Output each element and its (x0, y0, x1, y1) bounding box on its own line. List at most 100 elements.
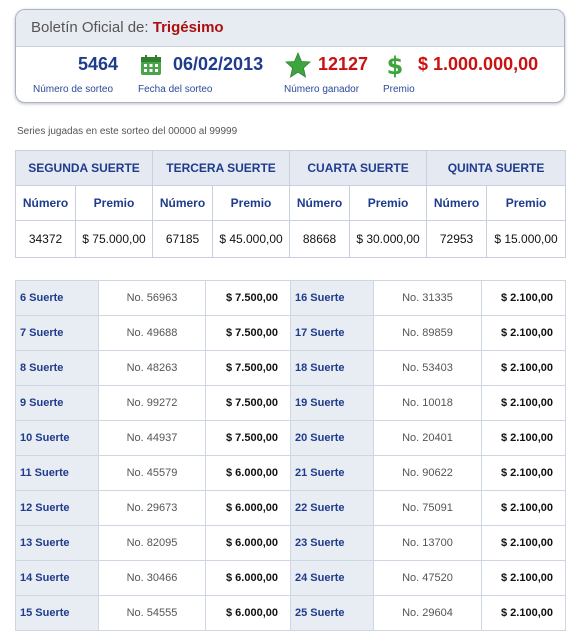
col-numero-header: Número (15, 185, 76, 221)
sorteo-date: 06/02/2013 (173, 54, 264, 74)
suerte-number: No. 29604 (373, 595, 482, 631)
winning-numero: 88668 (289, 220, 351, 258)
table-row: 7 Suerte No. 49688 $ 7.500,00 17 Suerte No. … (15, 315, 566, 351)
suerte-prize: $ 2.100,00 (481, 280, 566, 316)
suerte-number: No. 45579 (98, 455, 206, 491)
suerte-prize: $ 2.100,00 (481, 350, 566, 386)
suerte-prize: $ 2.100,00 (481, 420, 566, 456)
suerte-number: No. 10018 (373, 385, 482, 421)
table-row: 15 Suerte No. 54555 $ 6.000,00 25 Suerte No.… (15, 595, 566, 631)
suerte-prize: $ 7.500,00 (205, 385, 291, 421)
col-premio-header: Premio (349, 185, 428, 221)
col-premio-header: Premio (74, 185, 154, 221)
suerte-label: 12 Suerte (15, 490, 99, 526)
winning-premio: $ 30.000,00 (349, 220, 428, 258)
suerte-label: 19 Suerte (290, 385, 374, 421)
suerte-number: No. 56963 (98, 280, 206, 316)
winning-numero: 34372 (15, 220, 76, 258)
suerte-prize: $ 7.500,00 (205, 420, 291, 456)
suerte-number: No. 75091 (373, 490, 482, 526)
suerte-label: 9 Suerte (15, 385, 99, 421)
suerte-number: No. 44937 (98, 420, 206, 456)
suerte-number: No. 30466 (98, 560, 206, 596)
title-name: Trigésimo (152, 19, 224, 36)
suerte-label: 7 Suerte (15, 315, 99, 351)
suerte-label: 24 Suerte (290, 560, 374, 596)
suerte-prize: $ 6.000,00 (205, 595, 291, 631)
suerte-prize: $ 2.100,00 (481, 385, 566, 421)
group-header: QUINTA SUERTE (426, 150, 567, 186)
suerte-number: No. 20401 (373, 420, 482, 456)
col-numero-header: Número (152, 185, 214, 221)
suerte-prize: $ 2.100,00 (481, 525, 566, 561)
sorteo-number: 5464 (78, 54, 119, 74)
suerte-label: 8 Suerte (15, 350, 99, 386)
col-numero-header: Número (426, 185, 488, 221)
suerte-prize: $ 6.000,00 (205, 560, 291, 596)
prize: $ 1.000.000,00 (418, 54, 539, 74)
suerte-label: 21 Suerte (290, 455, 374, 491)
suerte-label: 20 Suerte (290, 420, 374, 456)
group-header: TERCERA SUERTE (152, 150, 291, 186)
suerte-prize: $ 7.500,00 (205, 350, 291, 386)
table-row: 10 Suerte No. 44937 $ 7.500,00 20 Suerte No.… (15, 420, 566, 456)
table-row: 11 Suerte No. 45579 $ 6.000,00 21 Suerte No.… (15, 455, 566, 491)
calendar-icon (140, 54, 162, 81)
table-row: 6 Suerte No. 56963 $ 7.500,00 16 Suerte No. … (15, 280, 566, 316)
suerte-number: No. 47520 (373, 560, 482, 596)
suerte-number: No. 49688 (98, 315, 206, 351)
table-row: 9 Suerte No. 99272 $ 7.500,00 19 Suerte No. … (15, 385, 566, 421)
suerte-number: No. 90622 (373, 455, 482, 491)
boletin-header: Boletín Oficial de: Trigésimo 5464 Númer… (15, 9, 565, 103)
table-row: 8 Suerte No. 48263 $ 7.500,00 18 Suerte No. … (15, 350, 566, 386)
suerte-prize: $ 2.100,00 (481, 315, 566, 351)
suerte-label: 23 Suerte (290, 525, 374, 561)
suerte-prize: $ 2.100,00 (481, 455, 566, 491)
title-prefix: Boletín Oficial de: (31, 19, 149, 36)
suerte-label: 13 Suerte (15, 525, 99, 561)
suerte-number: No. 82095 (98, 525, 206, 561)
suerte-number: No. 31335 (373, 280, 482, 316)
winning-number-label: Número ganador (284, 84, 360, 95)
col-numero-header: Número (289, 185, 351, 221)
boletin-title: Boletín Oficial de: Trigésimo (16, 10, 564, 47)
suerte-label: 10 Suerte (15, 420, 99, 456)
group-header: SEGUNDA SUERTE (14, 150, 154, 186)
secondary-prizes-table: 6 Suerte No. 56963 $ 7.500,00 16 Suerte No. … (15, 280, 566, 631)
suerte-label: 14 Suerte (15, 560, 99, 596)
suerte-prize: $ 6.000,00 (205, 490, 291, 526)
suerte-label: 15 Suerte (15, 595, 99, 631)
group-header: CUARTA SUERTE (289, 150, 428, 186)
winning-premio: $ 75.000,00 (74, 220, 154, 258)
suerte-prize: $ 2.100,00 (481, 560, 566, 596)
series-range-text: Series jugadas en este sorteo del 00000 … (17, 126, 238, 137)
suerte-number: No. 89859 (373, 315, 482, 351)
suerte-prize: $ 6.000,00 (205, 455, 291, 491)
winning-number: 12127 (318, 54, 369, 74)
suerte-label: 18 Suerte (290, 350, 374, 386)
prize-label: Premio (383, 84, 415, 95)
winning-premio: $ 45.000,00 (212, 220, 291, 258)
table-row: 14 Suerte No. 30466 $ 6.000,00 24 Suerte No.… (15, 560, 566, 596)
table-row: 12 Suerte No. 29673 $ 6.000,00 22 Suerte No.… (15, 490, 566, 526)
winning-premio: $ 15.000,00 (486, 220, 567, 258)
col-premio-header: Premio (486, 185, 567, 221)
suerte-prize: $ 2.100,00 (481, 490, 566, 526)
suerte-prize: $ 7.500,00 (205, 315, 291, 351)
suerte-number: No. 54555 (98, 595, 206, 631)
suerte-number: No. 13700 (373, 525, 482, 561)
suerte-prize: $ 7.500,00 (205, 280, 291, 316)
suerte-label: 25 Suerte (290, 595, 374, 631)
suerte-label: 16 Suerte (290, 280, 374, 316)
winning-numero: 67185 (152, 220, 214, 258)
suerte-number: No. 53403 (373, 350, 482, 386)
table-row: 13 Suerte No. 82095 $ 6.000,00 23 Suerte No.… (15, 525, 566, 561)
suerte-number: No. 29673 (98, 490, 206, 526)
suerte-prize: $ 6.000,00 (205, 525, 291, 561)
main-prizes-table: SEGUNDA SUERTE TERCERA SUERTE CUARTA SUE… (14, 150, 567, 258)
suerte-prize: $ 2.100,00 (481, 595, 566, 631)
suerte-label: 11 Suerte (15, 455, 99, 491)
suerte-label: 22 Suerte (290, 490, 374, 526)
sorteo-number-label: Número de sorteo (33, 84, 114, 95)
sorteo-date-label: Fecha del sorteo (138, 84, 213, 95)
